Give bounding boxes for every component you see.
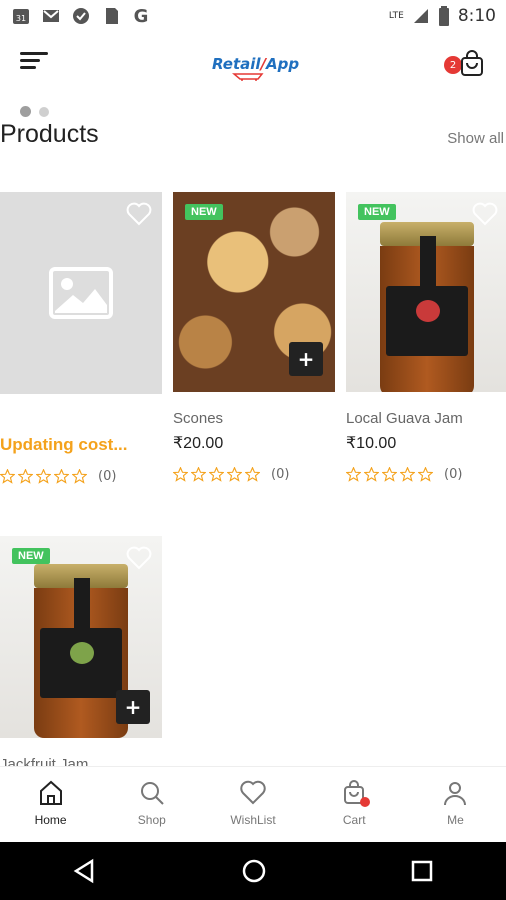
cart-bag-icon: [340, 779, 371, 807]
battery-icon: [438, 6, 449, 26]
product-price: ₹20.00: [173, 435, 224, 452]
nav-shop[interactable]: Shop: [101, 767, 202, 842]
status-time: 8:10: [457, 6, 496, 26]
nav-label: Home: [34, 813, 67, 827]
product-image-placeholder: [0, 192, 162, 394]
home-circle-icon[interactable]: [241, 858, 267, 884]
nav-cart[interactable]: Cart: [304, 767, 405, 842]
star-icon: [54, 469, 69, 484]
star-icon: [209, 467, 224, 482]
svg-text:G: G: [134, 6, 149, 26]
google-icon: G: [130, 5, 152, 27]
add-to-cart-button[interactable]: +: [116, 690, 150, 724]
sd-card-icon: [100, 5, 122, 27]
shopping-bag-icon: [461, 50, 483, 76]
star-icon: [400, 467, 415, 482]
star-icon: [227, 467, 242, 482]
signal-icon: [413, 9, 428, 23]
wishlist-heart-icon[interactable]: [126, 202, 152, 226]
wishlist-heart-icon[interactable]: [472, 202, 498, 226]
star-icon: [36, 469, 51, 484]
cart-button[interactable]: [458, 50, 486, 78]
gmail-icon: [40, 5, 62, 27]
app-bar: Retail/App 2: [0, 32, 506, 98]
svg-text:31: 31: [16, 14, 26, 23]
rating-count: (0): [444, 467, 463, 482]
star-icon: [191, 467, 206, 482]
product-price: ₹10.00: [346, 435, 397, 452]
network-label: LTE: [388, 11, 404, 21]
product-name: [0, 412, 162, 429]
product-name: Local Guava Jam: [346, 410, 463, 427]
product-image-jackfruit-jam: NEW +: [0, 536, 162, 738]
wishlist-heart-icon[interactable]: [126, 546, 152, 570]
product-rating: (0): [0, 469, 162, 484]
menu-icon: [20, 52, 48, 55]
star-icon: [382, 467, 397, 482]
app-logo: Retail/App: [212, 54, 299, 84]
new-badge: NEW: [358, 204, 396, 220]
star-icon: [418, 467, 433, 482]
recents-icon[interactable]: [410, 859, 434, 883]
cart-indicator-dot: [360, 797, 371, 807]
nav-label: Shop: [137, 813, 166, 827]
new-badge: NEW: [185, 204, 223, 220]
carousel-dot[interactable]: [39, 106, 49, 117]
star-icon: [245, 467, 260, 482]
menu-button[interactable]: [20, 52, 48, 76]
carousel-indicator: [20, 106, 49, 117]
home-icon: [37, 779, 65, 807]
product-image-guava-jam: NEW: [346, 192, 506, 392]
rating-count: (0): [271, 467, 290, 482]
product-rating: (0): [346, 467, 506, 482]
nav-me[interactable]: Me: [405, 767, 506, 842]
nav-wishlist[interactable]: WishList: [202, 767, 303, 842]
user-icon: [441, 779, 469, 807]
product-rating: (0): [173, 467, 335, 482]
nav-label: Cart: [342, 813, 366, 827]
bottom-navigation: Home Shop WishList Cart Me: [0, 766, 506, 842]
product-name: Scones: [173, 410, 224, 427]
star-icon: [18, 469, 33, 484]
heart-icon: [239, 779, 267, 807]
star-icon: [346, 467, 361, 482]
star-icon: [0, 469, 15, 484]
star-icon: [173, 467, 188, 482]
product-card[interactable]: NEW + Jackfruit Jam: [0, 536, 162, 773]
star-icon: [72, 469, 87, 484]
product-image-scones: NEW +: [173, 192, 335, 392]
status-bar: 31 G LTE 8:10: [0, 0, 506, 32]
product-price: Updating cost...: [0, 435, 128, 454]
image-placeholder-icon: [49, 267, 113, 319]
shield-check-icon: [70, 5, 92, 27]
nav-home[interactable]: Home: [0, 767, 101, 842]
carousel-dot-active[interactable]: [20, 106, 31, 117]
new-badge: NEW: [12, 548, 50, 564]
calendar-icon: 31: [10, 5, 32, 27]
search-icon: [138, 779, 166, 807]
show-all-link[interactable]: Show all: [447, 130, 504, 147]
section-title: Products: [0, 120, 99, 148]
star-icon: [364, 467, 379, 482]
product-card[interactable]: NEW Local Guava Jam ₹10.00 (0): [346, 192, 506, 482]
nav-label: Me: [447, 813, 464, 827]
product-card[interactable]: NEW + Scones ₹20.00 (0): [173, 192, 335, 482]
rating-count: (0): [98, 469, 117, 484]
product-card[interactable]: Updating cost... (0): [0, 192, 162, 484]
system-navigation-bar: [0, 842, 506, 900]
back-icon[interactable]: [72, 858, 98, 884]
nav-label: WishList: [230, 813, 276, 827]
add-to-cart-button[interactable]: +: [289, 342, 323, 376]
